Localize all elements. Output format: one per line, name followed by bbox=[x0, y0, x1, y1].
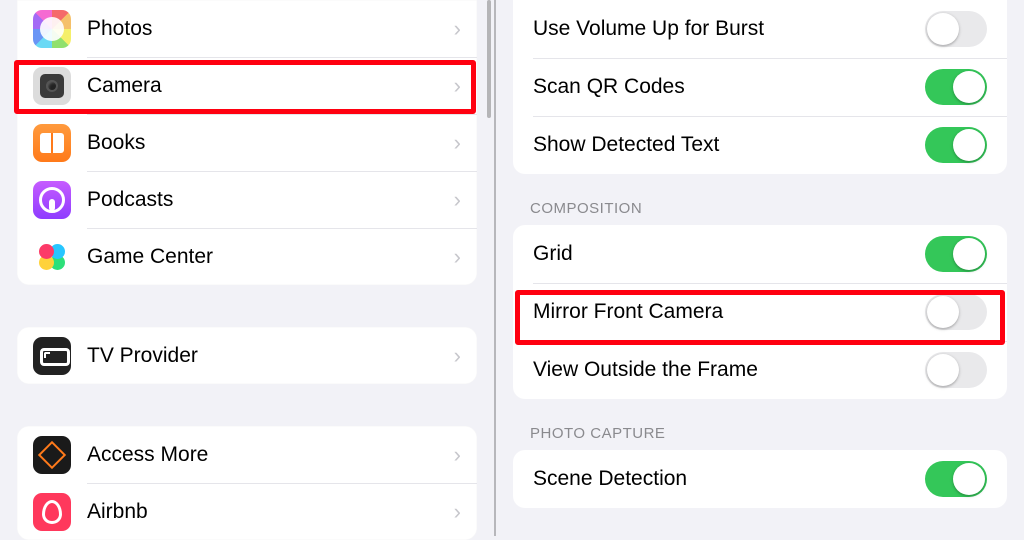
row-label: Scan QR Codes bbox=[533, 75, 925, 99]
toggle-scan-qr-codes[interactable] bbox=[925, 69, 987, 105]
toggle-scene-detection[interactable] bbox=[925, 461, 987, 497]
podcasts-icon bbox=[33, 181, 71, 219]
settings-sidebar: Photos › Camera › Books › Podcasts › Gam… bbox=[0, 0, 494, 536]
chevron-right-icon: › bbox=[454, 16, 461, 42]
access-more-icon bbox=[33, 436, 71, 474]
sidebar-item-label: Photos bbox=[87, 17, 454, 41]
detail-group-1: Use Volume Up for Burst Scan QR Codes Sh… bbox=[513, 0, 1007, 174]
chevron-right-icon: › bbox=[454, 244, 461, 270]
section-header-photo-capture: PHOTO CAPTURE bbox=[530, 425, 990, 442]
row-label: Scene Detection bbox=[533, 467, 925, 491]
row-label: Grid bbox=[533, 242, 925, 266]
photos-icon bbox=[33, 10, 71, 48]
airbnb-icon bbox=[33, 493, 71, 531]
row-scene-detection[interactable]: Scene Detection bbox=[513, 450, 1007, 508]
sidebar-item-books[interactable]: Books › bbox=[17, 114, 477, 171]
sidebar-item-photos[interactable]: Photos › bbox=[17, 0, 477, 57]
sidebar-item-access-more[interactable]: Access More › bbox=[17, 426, 477, 483]
toggle-grid[interactable] bbox=[925, 236, 987, 272]
books-icon bbox=[33, 124, 71, 162]
sidebar-item-label: Airbnb bbox=[87, 500, 454, 524]
camera-icon bbox=[33, 67, 71, 105]
row-label: Use Volume Up for Burst bbox=[533, 17, 925, 41]
sidebar-item-game-center[interactable]: Game Center › bbox=[17, 228, 477, 285]
sidebar-item-podcasts[interactable]: Podcasts › bbox=[17, 171, 477, 228]
sidebar-item-label: Books bbox=[87, 131, 454, 155]
row-view-outside-frame[interactable]: View Outside the Frame bbox=[513, 341, 1007, 399]
row-mirror-front-camera[interactable]: Mirror Front Camera bbox=[513, 283, 1007, 341]
detail-group-composition: Grid Mirror Front Camera View Outside th… bbox=[513, 225, 1007, 399]
chevron-right-icon: › bbox=[454, 499, 461, 525]
sidebar-item-label: Camera bbox=[87, 74, 454, 98]
chevron-right-icon: › bbox=[454, 442, 461, 468]
row-label: Mirror Front Camera bbox=[533, 300, 925, 324]
row-label: View Outside the Frame bbox=[533, 358, 925, 382]
chevron-right-icon: › bbox=[454, 343, 461, 369]
sidebar-group-3: Access More › Airbnb › bbox=[17, 426, 477, 540]
section-header-composition: COMPOSITION bbox=[530, 200, 990, 217]
row-grid[interactable]: Grid bbox=[513, 225, 1007, 283]
toggle-volume-up-burst[interactable] bbox=[925, 11, 987, 47]
sidebar-item-label: Podcasts bbox=[87, 188, 454, 212]
row-volume-up-burst[interactable]: Use Volume Up for Burst bbox=[513, 0, 1007, 58]
toggle-view-outside-frame[interactable] bbox=[925, 352, 987, 388]
sidebar-item-label: TV Provider bbox=[87, 344, 454, 368]
row-scan-qr-codes[interactable]: Scan QR Codes bbox=[513, 58, 1007, 116]
toggle-mirror-front-camera[interactable] bbox=[925, 294, 987, 330]
chevron-right-icon: › bbox=[454, 187, 461, 213]
chevron-right-icon: › bbox=[454, 130, 461, 156]
sidebar-item-camera[interactable]: Camera › bbox=[17, 57, 477, 114]
row-label: Show Detected Text bbox=[533, 133, 925, 157]
row-show-detected-text[interactable]: Show Detected Text bbox=[513, 116, 1007, 174]
sidebar-group-1: Photos › Camera › Books › Podcasts › Gam… bbox=[17, 0, 477, 285]
sidebar-item-label: Game Center bbox=[87, 245, 454, 269]
toggle-show-detected-text[interactable] bbox=[925, 127, 987, 163]
game-center-icon bbox=[33, 238, 71, 276]
detail-group-photo-capture: Scene Detection bbox=[513, 450, 1007, 508]
sidebar-item-tv-provider[interactable]: TV Provider › bbox=[17, 327, 477, 384]
sidebar-item-label: Access More bbox=[87, 443, 454, 467]
scrollbar[interactable] bbox=[487, 0, 491, 118]
camera-detail-pane: Use Volume Up for Burst Scan QR Codes Sh… bbox=[496, 0, 1024, 536]
sidebar-item-airbnb[interactable]: Airbnb › bbox=[17, 483, 477, 540]
tv-provider-icon bbox=[33, 337, 71, 375]
chevron-right-icon: › bbox=[454, 73, 461, 99]
sidebar-group-2: TV Provider › bbox=[17, 327, 477, 384]
